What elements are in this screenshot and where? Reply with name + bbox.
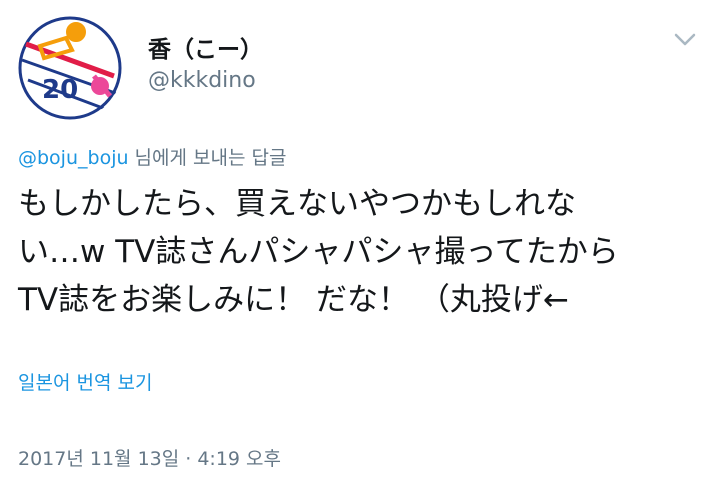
tweet-text: もしかしたら、買えないやつかもしれな い…w TV誌さんパシャパシャ撮ってたから… xyxy=(18,186,619,318)
reply-context: @boju_boju 님에게 보내는 답글 xyxy=(18,143,286,170)
reply-suffix: 님에게 보내는 답글 xyxy=(128,147,287,169)
display-name[interactable]: 香（こー） xyxy=(148,30,263,64)
reply-mention-link[interactable]: @boju_boju xyxy=(18,147,129,169)
user-handle[interactable]: @kkkdino xyxy=(148,68,256,93)
avatar-label: 20 xyxy=(42,75,78,105)
translate-link[interactable]: 일본어 번역 보기 xyxy=(18,368,152,395)
avatar[interactable]: 20 xyxy=(18,16,122,120)
avatar-image: 20 xyxy=(18,16,122,120)
chevron-down-icon[interactable] xyxy=(670,24,700,54)
timestamp[interactable]: 2017년 11월 13일 · 4:19 오후 xyxy=(18,444,281,471)
